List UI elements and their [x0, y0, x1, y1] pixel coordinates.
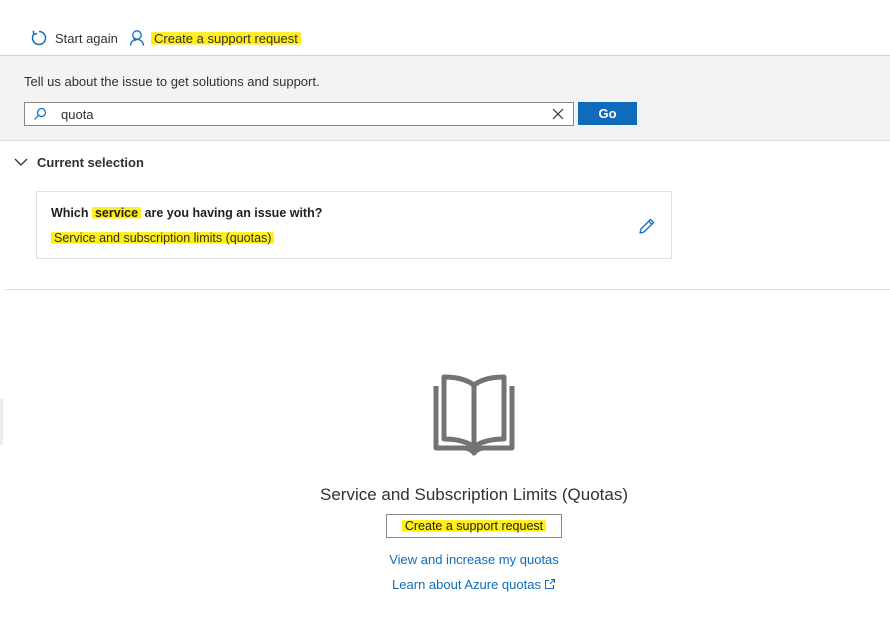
selection-answer: Service and subscription limits (quotas): [51, 231, 275, 245]
current-selection-header: Current selection: [37, 154, 144, 170]
question-suffix: are you having an issue with?: [141, 206, 323, 220]
selection-card: Which service are you having an issue wi…: [36, 191, 672, 259]
view-quotas-text: View and increase my quotas: [389, 552, 559, 567]
search-prompt: Tell us about the issue to get solutions…: [24, 74, 320, 89]
start-again-label: Start again: [55, 30, 118, 46]
view-increase-quotas-link[interactable]: View and increase my quotas: [0, 552, 890, 567]
search-band: Tell us about the issue to get solutions…: [0, 56, 890, 141]
search-input[interactable]: quota: [24, 102, 574, 126]
book-open-icon: [433, 374, 515, 456]
selection-question: Which service are you having an issue wi…: [51, 206, 322, 220]
refresh-icon: [31, 30, 47, 46]
clear-search-button[interactable]: [547, 103, 569, 125]
edit-selection-button[interactable]: [637, 216, 657, 236]
pencil-icon: [639, 218, 655, 234]
create-support-request-toolbar-button[interactable]: Create a support request: [128, 26, 301, 50]
selection-answer-text: Service and subscription limits (quotas): [51, 231, 275, 245]
search-value: quota: [61, 106, 94, 122]
create-support-request-label: Create a support request: [401, 519, 547, 533]
learn-quotas-text: Learn about Azure quotas: [392, 577, 541, 592]
chevron-down-icon: [14, 158, 28, 166]
section-divider: [5, 289, 890, 290]
create-support-request-toolbar-label: Create a support request: [151, 30, 301, 46]
question-prefix: Which: [51, 206, 92, 220]
external-link-icon: [544, 579, 555, 589]
learn-azure-quotas-link[interactable]: Learn about Azure quotas: [0, 577, 890, 592]
current-selection-toggle[interactable]: Current selection: [14, 152, 144, 172]
result-title: Service and Subscription Limits (Quotas): [319, 485, 629, 504]
person-support-icon: [129, 30, 145, 46]
question-highlight: service: [91, 206, 142, 220]
create-support-request-button[interactable]: Create a support request: [386, 514, 562, 538]
start-again-button[interactable]: Start again: [30, 26, 118, 50]
search-icon: [34, 107, 47, 120]
left-edge-marker: [0, 399, 3, 445]
command-bar: Start again Create a support request: [0, 0, 890, 56]
go-button[interactable]: Go: [578, 102, 637, 125]
close-icon: [552, 108, 564, 120]
